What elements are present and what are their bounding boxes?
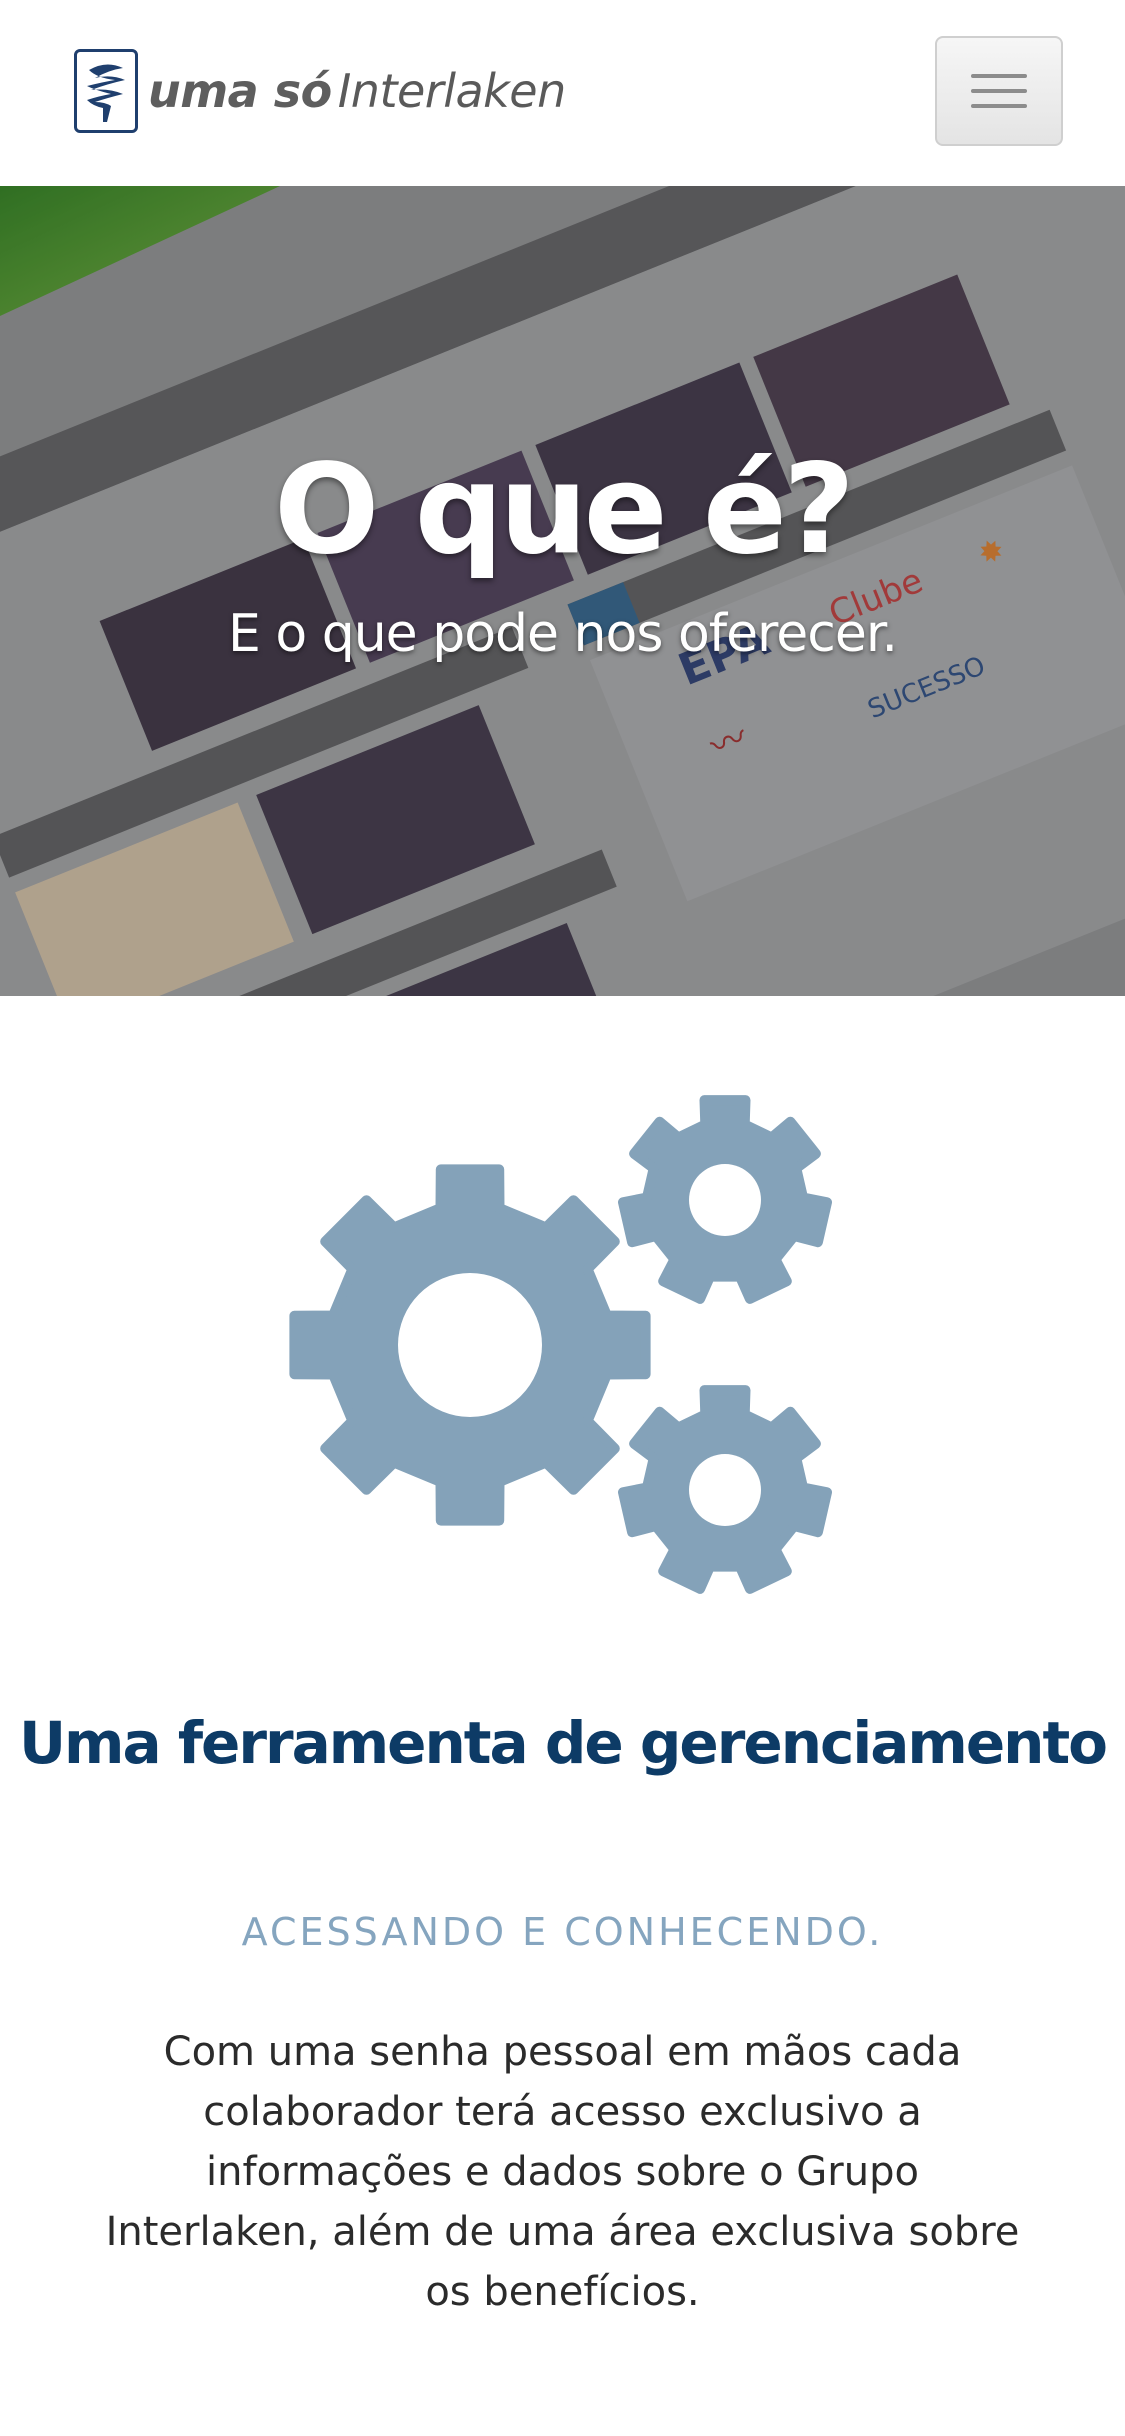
hero-title: O que é? xyxy=(274,438,855,582)
section-description: Com uma senha pessoal em mãos cada colab… xyxy=(105,2029,1020,2315)
hamburger-icon xyxy=(971,74,1027,78)
hero-banner: EPA Clube ✸ 〰 SUCESSO O que é? E o que p… xyxy=(0,186,1125,996)
logo-prefix: uma só xyxy=(148,64,332,118)
gears-icon xyxy=(289,1095,832,1594)
top-navbar: uma só Interlaken xyxy=(0,0,1125,186)
section-title: Uma ferramenta de gerenciamento xyxy=(18,1709,1108,1777)
small-gear-top-icon xyxy=(618,1095,832,1304)
logo-brand: Interlaken xyxy=(337,64,567,118)
logo-mark-icon xyxy=(74,49,138,133)
small-gear-bottom-icon xyxy=(618,1385,832,1594)
hero-background-image: EPA Clube ✸ 〰 SUCESSO xyxy=(0,186,1125,996)
site-logo[interactable]: uma só Interlaken xyxy=(74,46,566,136)
menu-toggle-button[interactable] xyxy=(935,36,1063,146)
hamburger-icon-bar xyxy=(971,104,1027,108)
section-subtitle: ACESSANDO E CONHECENDO. xyxy=(241,1910,884,1954)
large-gear-icon xyxy=(289,1164,651,1526)
hero-subtitle: E o que pode nos oferecer. xyxy=(227,604,898,664)
hamburger-icon-bar xyxy=(971,89,1027,93)
